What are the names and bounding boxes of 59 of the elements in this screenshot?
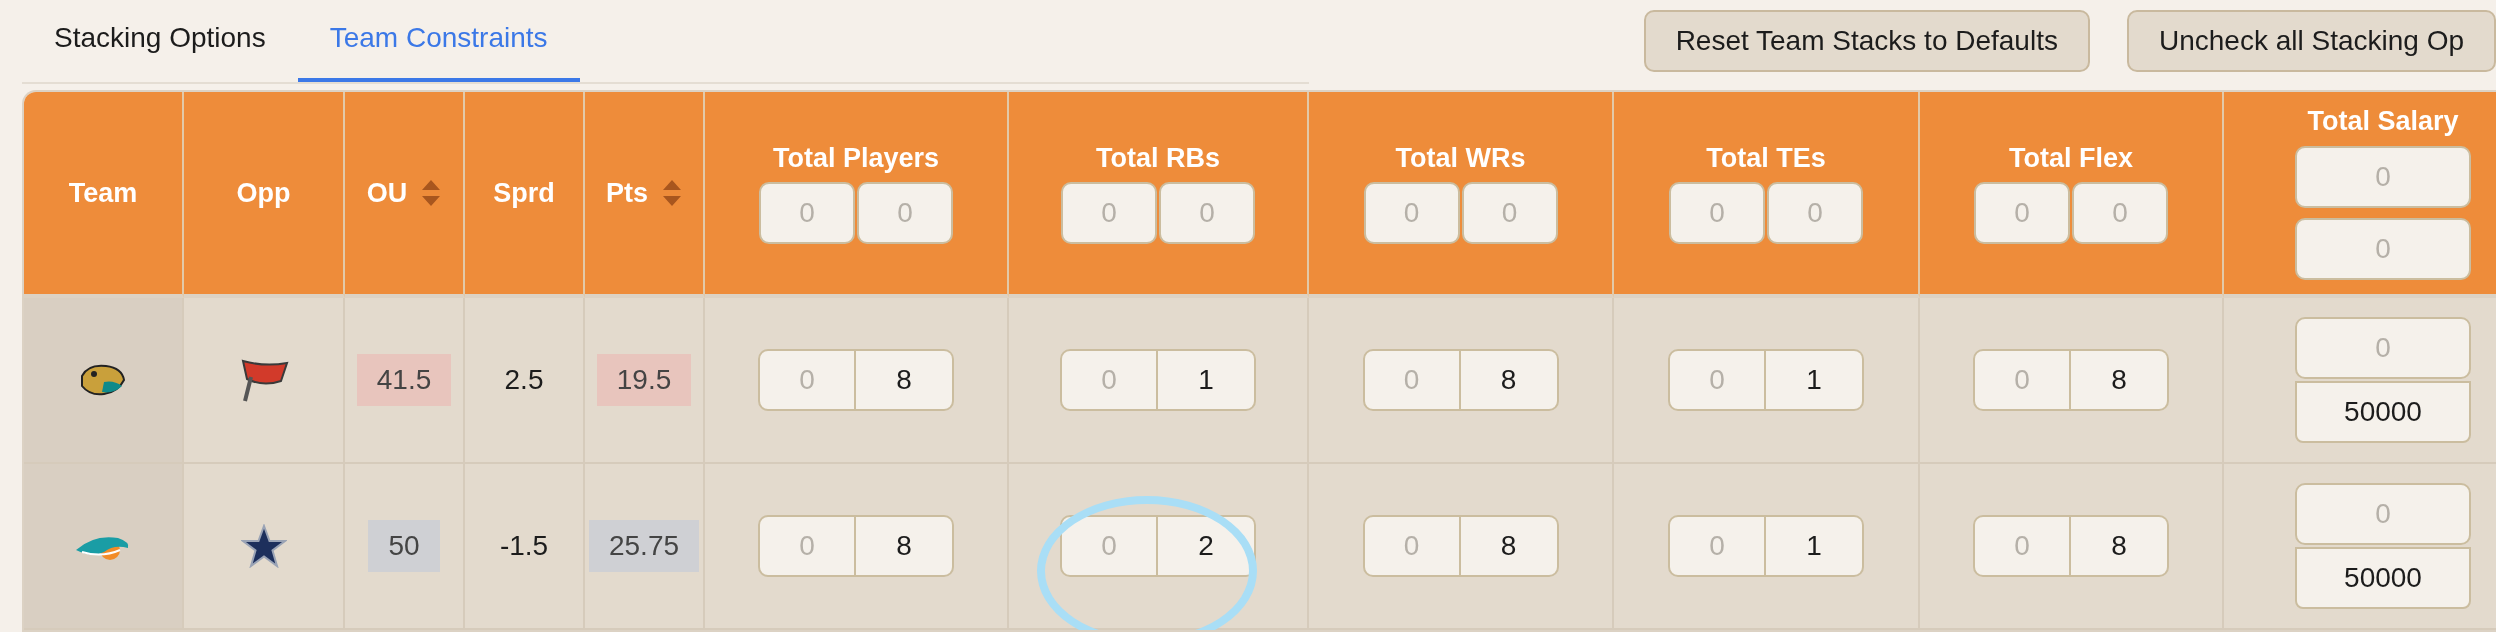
column-title: Team <box>68 177 138 209</box>
column-title: Sprd <box>493 177 555 209</box>
max-field[interactable]: 8 <box>856 515 954 577</box>
tab[interactable]: Stacking Options <box>22 0 298 82</box>
min-field[interactable]: 0 <box>1363 181 1460 244</box>
min-field[interactable]: 0 <box>2295 145 2471 208</box>
max-field[interactable]: 0 <box>1159 181 1255 244</box>
max-field[interactable]: 8 <box>2071 515 2169 577</box>
uncheck-button[interactable]: Uncheck all Stacking Op <box>2126 10 2496 72</box>
points-value: 19.5 <box>596 354 692 406</box>
over-under-value: 41.5 <box>356 354 452 406</box>
max-field[interactable]: 8 <box>856 349 954 411</box>
min-field[interactable]: 0 <box>2295 317 2471 379</box>
max-field[interactable]: 2 <box>1158 515 1256 577</box>
reset-button[interactable]: Reset Team Stacks to Defaults <box>1643 10 2090 72</box>
min-field[interactable]: 0 <box>1060 515 1158 577</box>
max-field[interactable]: 0 <box>2072 181 2168 244</box>
spread-value: -1.5 <box>499 530 549 562</box>
max-field[interactable]: 0 <box>857 181 953 244</box>
min-field[interactable]: 0 <box>1669 181 1765 244</box>
spread-value: 2.5 <box>504 364 544 396</box>
column-title: Pts <box>606 177 648 209</box>
column-title: Total RBs <box>1096 142 1220 174</box>
min-field[interactable]: 0 <box>1668 515 1766 577</box>
sort-icon[interactable] <box>421 178 442 208</box>
min-field[interactable]: 0 <box>1060 349 1158 411</box>
tab[interactable]: Team Constraints <box>297 0 580 82</box>
max-field[interactable]: 8 <box>2071 349 2169 411</box>
column-title: OU <box>366 177 408 209</box>
max-field[interactable]: 1 <box>1766 515 1864 577</box>
min-field[interactable]: 0 <box>1362 515 1461 577</box>
over-under-value: 50 <box>368 520 440 572</box>
column-title: Total WRs <box>1395 142 1526 174</box>
min-field[interactable]: 0 <box>1362 349 1461 411</box>
min-field[interactable]: 0 <box>1974 181 2070 244</box>
max-field[interactable]: 0 <box>2295 217 2471 280</box>
max-field[interactable]: 50000 <box>2295 381 2471 443</box>
min-field[interactable]: 0 <box>758 515 856 577</box>
max-field[interactable]: 0 <box>1767 181 1863 244</box>
points-value: 25.75 <box>588 520 700 572</box>
min-field[interactable]: 0 <box>1061 181 1157 244</box>
min-field[interactable]: 0 <box>1973 515 2071 577</box>
max-field[interactable]: 0 <box>1461 181 1558 244</box>
min-field[interactable]: 0 <box>759 181 855 244</box>
column-title: Total TEs <box>1706 142 1826 174</box>
max-field[interactable]: 8 <box>1460 515 1559 577</box>
min-field[interactable]: 0 <box>758 349 856 411</box>
column-title: Total Flex <box>2009 142 2133 174</box>
min-field[interactable]: 0 <box>2295 483 2471 545</box>
column-title: Total Salary <box>2307 105 2459 137</box>
sort-icon[interactable] <box>662 178 682 208</box>
max-field[interactable]: 50000 <box>2295 547 2471 609</box>
min-field[interactable]: 0 <box>1973 349 2071 411</box>
column-title: Opp <box>236 177 291 209</box>
min-field[interactable]: 0 <box>1668 349 1766 411</box>
max-field[interactable]: 1 <box>1158 349 1256 411</box>
column-title: Total Players <box>772 142 940 174</box>
max-field[interactable]: 1 <box>1766 349 1864 411</box>
max-field[interactable]: 8 <box>1460 349 1559 411</box>
